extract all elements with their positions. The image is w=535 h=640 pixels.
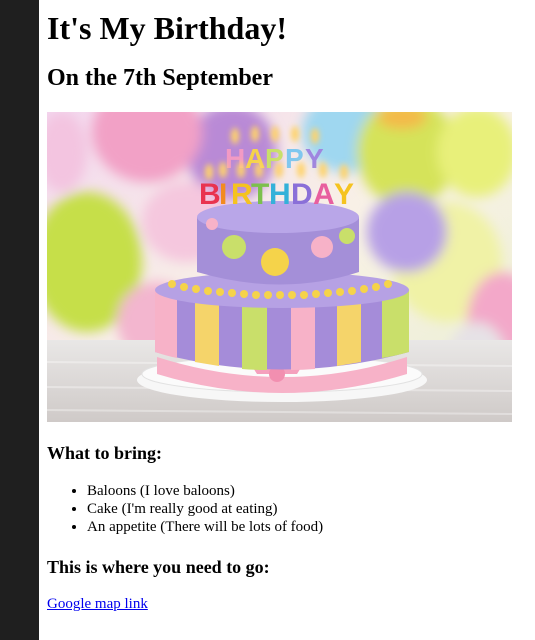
bring-list: Baloons (I love baloons) Cake (I'm reall… (47, 482, 323, 536)
list-item: Baloons (I love baloons) (87, 482, 323, 500)
svg-text:R: R (231, 178, 253, 211)
page: It's My Birthday! On the 7th September H… (0, 0, 535, 640)
location-heading: This is where you need to go: (47, 557, 270, 577)
google-map-link[interactable]: Google map link (47, 595, 148, 613)
svg-text:I: I (219, 178, 227, 211)
what-to-bring-heading: What to bring: (47, 443, 163, 463)
page-title: It's My Birthday! (47, 10, 287, 46)
cake-illustration: H A P P Y B I R T H D A Y (47, 112, 512, 422)
list-item: An appetite (There will be lots of food) (87, 518, 323, 536)
list-item: Cake (I'm really good at eating) (87, 500, 323, 518)
svg-text:Y: Y (334, 178, 354, 211)
svg-text:B: B (199, 178, 221, 211)
svg-text:H: H (269, 178, 291, 211)
svg-text:T: T (251, 178, 269, 211)
svg-text:D: D (291, 178, 313, 211)
left-dark-bar (0, 0, 39, 640)
page-subtitle: On the 7th September (47, 65, 273, 91)
birthday-cake-image: H A P P Y B I R T H D A Y (47, 112, 512, 422)
svg-text:A: A (313, 178, 335, 211)
